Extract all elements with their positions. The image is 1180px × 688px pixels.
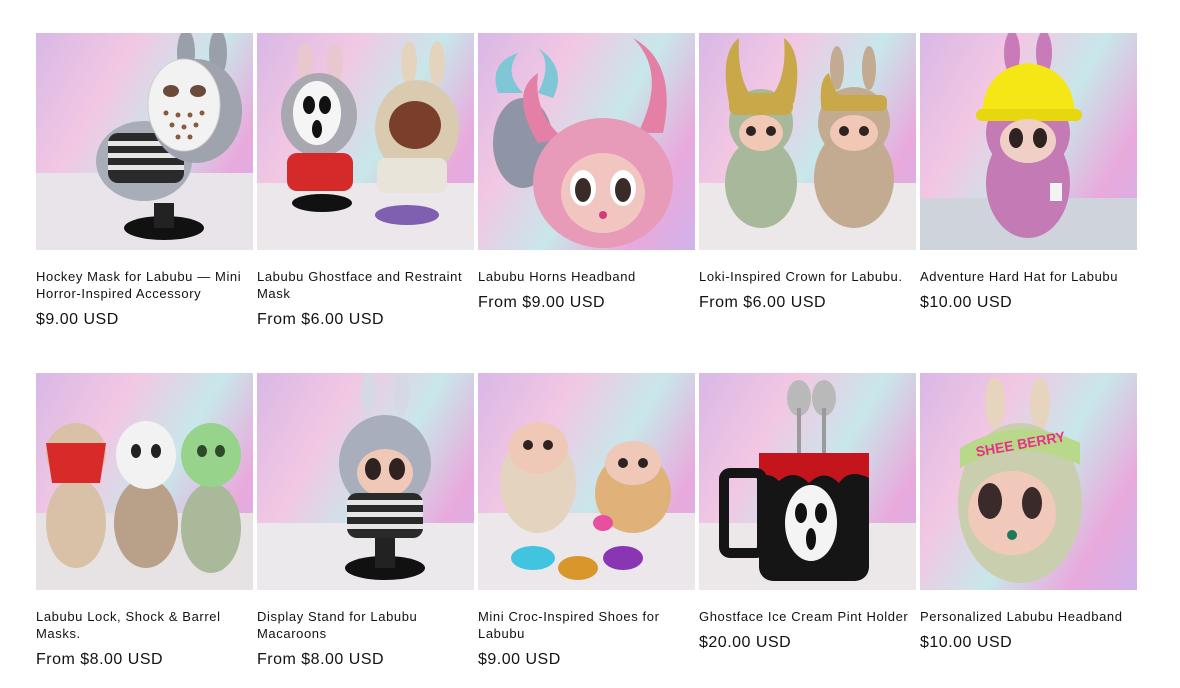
product-card-hard-hat[interactable]: Adventure Hard Hat for Labubu $10.00 USD — [920, 33, 1137, 373]
product-image-hard-hat[interactable] — [920, 33, 1137, 250]
product-price: From $8.00 USD — [36, 651, 164, 668]
labubu-horns-image — [493, 38, 673, 248]
product-price: From $6.00 USD — [257, 311, 385, 328]
product-grid: Hockey Mask for Labubu — Mini Horror-Ins… — [36, 33, 1137, 688]
product-image-ghostface-restraint[interactable] — [257, 33, 474, 250]
product-image-croc-shoes[interactable] — [478, 373, 695, 590]
product-title[interactable]: Personalized Labubu Headband — [920, 608, 1137, 625]
product-title[interactable]: Display Stand for Labubu Macaroons — [257, 608, 474, 642]
labubu-headband-image: SHEE BERRY — [958, 377, 1082, 583]
product-title[interactable]: Loki-Inspired Crown for Labubu. — [699, 268, 916, 285]
product-price: $10.00 USD — [920, 294, 1013, 311]
product-image-loki-crown[interactable] — [699, 33, 916, 250]
ghostface-pint-holder-image — [699, 380, 916, 590]
product-price: From $9.00 USD — [478, 294, 606, 311]
product-image-display-stand[interactable] — [257, 373, 474, 590]
product-title[interactable]: Labubu Ghostface and Restraint Mask — [257, 268, 474, 302]
product-card-ghostface-restraint[interactable]: Labubu Ghostface and Restraint Mask From… — [257, 33, 474, 373]
product-card-croc-shoes[interactable]: Mini Croc-Inspired Shoes for Labubu $9.0… — [478, 373, 695, 688]
product-price: $20.00 USD — [699, 634, 792, 651]
product-title[interactable]: Labubu Lock, Shock & Barrel Masks. — [36, 608, 253, 642]
labubu-loki-crown-image — [699, 38, 916, 250]
product-title[interactable]: Adventure Hard Hat for Labubu — [920, 268, 1137, 285]
labubu-display-stand-image — [257, 373, 474, 590]
product-image-hockey-mask[interactable] — [36, 33, 253, 250]
product-title[interactable]: Ghostface Ice Cream Pint Holder — [699, 608, 916, 625]
product-image-headband[interactable]: SHEE BERRY — [920, 373, 1137, 590]
product-card-horns[interactable]: Labubu Horns Headband From $9.00 USD — [478, 33, 695, 373]
product-card-headband[interactable]: SHEE BERRY Personalized Labubu Headband … — [920, 373, 1137, 688]
product-price: $9.00 USD — [478, 651, 561, 668]
labubu-hockey-mask-image — [36, 33, 253, 250]
labubu-lock-shock-barrel-image — [36, 421, 253, 590]
product-image-horns[interactable] — [478, 33, 695, 250]
product-image-lock-shock-barrel[interactable] — [36, 373, 253, 590]
product-title[interactable]: Labubu Horns Headband — [478, 268, 695, 285]
product-card-display-stand[interactable]: Display Stand for Labubu Macaroons From … — [257, 373, 474, 688]
product-image-pint-holder[interactable] — [699, 373, 916, 590]
labubu-croc-shoes-image — [478, 422, 695, 590]
product-title[interactable]: Mini Croc-Inspired Shoes for Labubu — [478, 608, 695, 642]
product-price: From $8.00 USD — [257, 651, 385, 668]
product-price: From $6.00 USD — [699, 294, 827, 311]
product-price: $9.00 USD — [36, 311, 119, 328]
product-card-pint-holder[interactable]: Ghostface Ice Cream Pint Holder $20.00 U… — [699, 373, 916, 688]
labubu-hard-hat-image — [920, 33, 1137, 250]
product-card-loki-crown[interactable]: Loki-Inspired Crown for Labubu. From $6.… — [699, 33, 916, 373]
labubu-ghostface-restraint-image — [257, 41, 474, 250]
product-card-hockey-mask[interactable]: Hockey Mask for Labubu — Mini Horror-Ins… — [36, 33, 253, 373]
product-card-lock-shock-barrel[interactable]: Labubu Lock, Shock & Barrel Masks. From … — [36, 373, 253, 688]
product-title[interactable]: Hockey Mask for Labubu — Mini Horror-Ins… — [36, 268, 253, 302]
product-price: $10.00 USD — [920, 634, 1013, 651]
